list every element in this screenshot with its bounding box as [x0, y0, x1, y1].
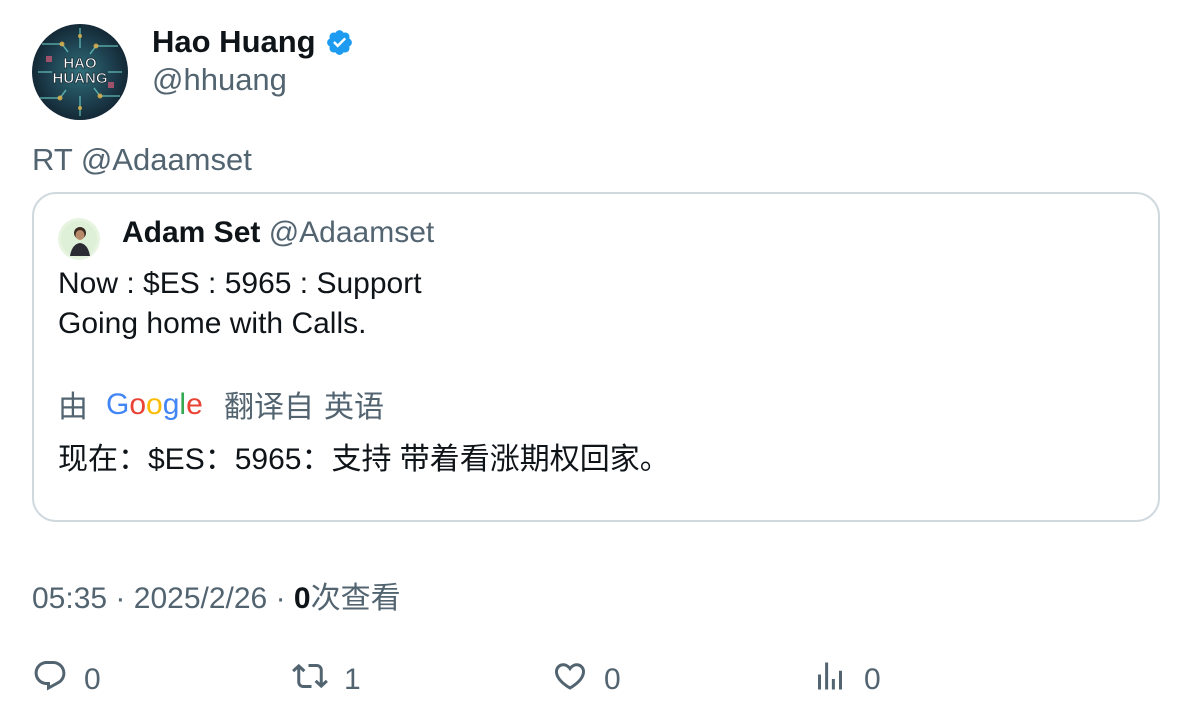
views-button[interactable]: 0 [812, 658, 881, 702]
retweet-icon [292, 658, 328, 702]
author-name-row: Hao Huang [152, 22, 354, 62]
quoted-line-1: Now : $ES : 5965 : Support [58, 267, 422, 300]
like-button[interactable]: 0 [552, 658, 621, 702]
google-logo: Google [106, 386, 204, 422]
tweet-meta: 05:35 · 2025/2/26 · 0次查看 [32, 573, 401, 617]
quoted-header: Adam Set @Adaamset [122, 216, 434, 250]
reply-count: 0 [84, 663, 101, 696]
quoted-author-name[interactable]: Adam Set [122, 216, 260, 249]
reply-icon [32, 658, 68, 702]
author-handle[interactable]: @hhuang [152, 62, 287, 98]
retweet-text: RT @Adaamset [32, 142, 252, 177]
source-language: 英语 [324, 391, 384, 424]
quoted-tweet-card[interactable]: Adam Set @Adaamset Now : $ES : 5965 : Su… [32, 192, 1160, 522]
quoted-line-2: Going home with Calls. [58, 307, 367, 340]
quoted-tweet-text: Now : $ES : 5965 : Support Going home wi… [58, 264, 422, 344]
translation-by-label: 由 [58, 391, 88, 424]
meta-separator-2: · [275, 582, 286, 615]
author-name[interactable]: Hao Huang [152, 24, 316, 60]
translation-attribution: 由 Google 翻译自 英语 [58, 384, 384, 424]
retweet-count: 1 [344, 663, 361, 696]
retweet-button[interactable]: 1 [292, 658, 361, 702]
like-icon [552, 658, 588, 702]
translated-text: 现在：$ES：5965：支持 带着看涨期权回家。 [58, 443, 670, 476]
verified-badge-icon [325, 28, 354, 57]
meta-views-count: 0 [293, 582, 311, 615]
quoted-author-handle[interactable]: @Adaamset [269, 216, 435, 249]
svg-text:Google: Google [106, 388, 203, 421]
author-avatar[interactable]: HAO HUANG [32, 24, 128, 120]
meta-separator: · [115, 582, 126, 615]
like-count: 0 [604, 663, 621, 696]
tweet-time[interactable]: 05:35 [32, 582, 107, 615]
meta-views-label: 次查看 [310, 582, 401, 615]
tweet-actions: 0 1 0 0 [32, 658, 1162, 702]
tweet-date[interactable]: 2025/2/26 [134, 582, 267, 615]
avatar-text-line2: HUANG [53, 70, 108, 87]
translated-from-label: 翻译自 [224, 391, 314, 424]
views-count: 0 [864, 663, 881, 696]
views-icon [812, 658, 848, 702]
reply-button[interactable]: 0 [32, 658, 101, 702]
quoted-author-avatar[interactable] [58, 218, 100, 260]
